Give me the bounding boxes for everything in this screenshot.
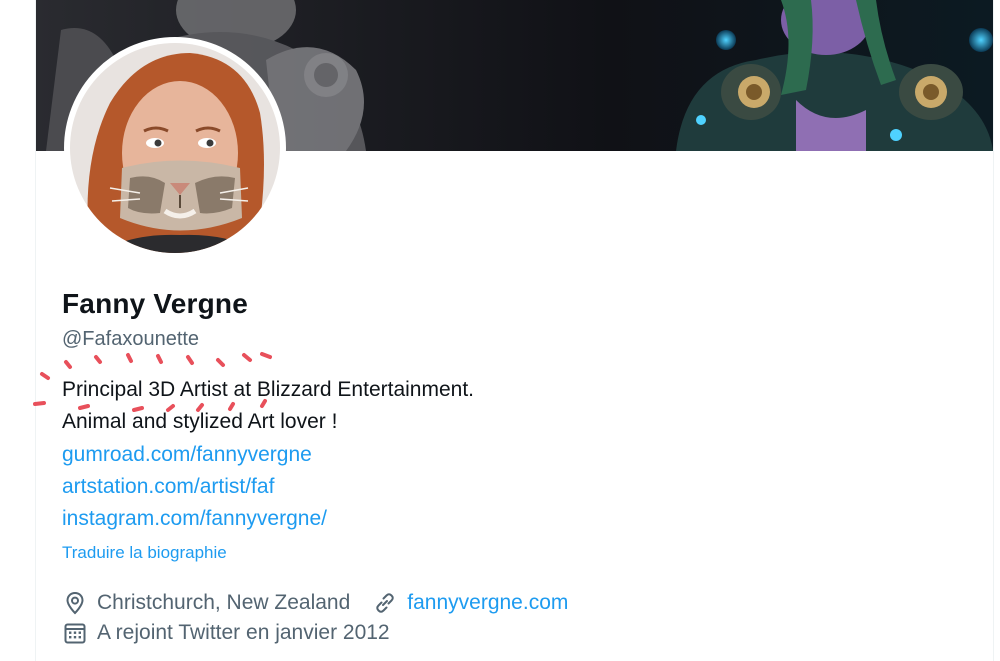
link-icon bbox=[372, 590, 398, 616]
calendar-icon bbox=[62, 620, 88, 646]
profile-website-link[interactable]: fannyvergne.com bbox=[407, 591, 568, 615]
bio-link-artstation[interactable]: artstation.com/artist/faf bbox=[62, 475, 274, 499]
profile-handle: @Fafaxounette bbox=[62, 328, 200, 350]
profile-card: Fanny Vergne @Fafaxounette Principal 3D … bbox=[35, 0, 994, 661]
translate-bio-button[interactable]: Traduire la biographie bbox=[62, 543, 227, 563]
profile-avatar[interactable] bbox=[64, 37, 286, 259]
profile-joined-date: A rejoint Twitter en janvier 2012 bbox=[97, 621, 390, 644]
bio-line-2: Animal and stylized Art lover ! bbox=[62, 410, 338, 433]
profile-display-name: Fanny Vergne bbox=[62, 288, 249, 319]
profile-meta-row-1: Christchurch, New Zealand fannyvergne.co… bbox=[62, 589, 568, 617]
profile-meta-row-2: A rejoint Twitter en janvier 2012 bbox=[62, 619, 390, 647]
bio-link-gumroad[interactable]: gumroad.com/fannyvergne bbox=[62, 443, 312, 467]
bio-line-1: Principal 3D Artist at Blizzard Entertai… bbox=[62, 378, 475, 401]
page: Fanny Vergne @Fafaxounette Principal 3D … bbox=[0, 0, 1000, 661]
profile-location: Christchurch, New Zealand bbox=[97, 591, 351, 614]
avatar-photo bbox=[70, 43, 280, 253]
bio-link-instagram[interactable]: instagram.com/fannyvergne/ bbox=[62, 507, 327, 531]
location-pin-icon bbox=[62, 590, 88, 616]
